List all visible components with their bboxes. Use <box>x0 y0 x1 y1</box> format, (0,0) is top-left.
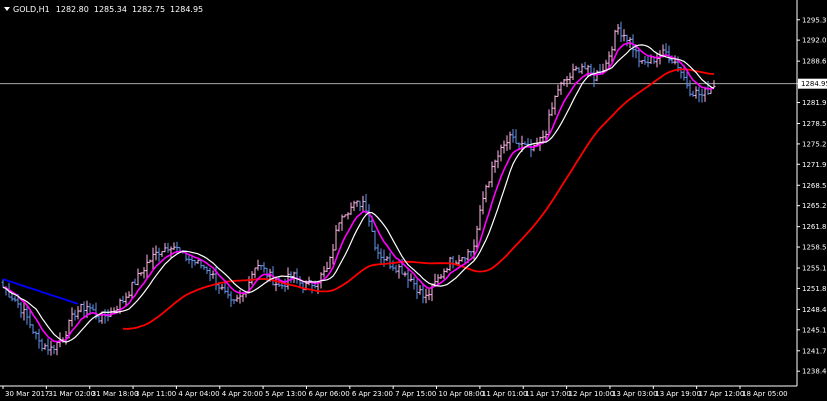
price-tick-label: 1278.50 <box>802 120 827 128</box>
time-tick-label: 4 Apr 04:00 <box>178 390 219 398</box>
time-tick-label: 3 Apr 11:00 <box>135 390 176 398</box>
time-tick-label: 6 Apr 06:00 <box>308 390 349 398</box>
price-tick-label: 1288.60 <box>802 58 827 66</box>
time-tick-label: 6 Apr 23:00 <box>352 390 393 398</box>
price-tick-label: 1255.10 <box>802 265 827 273</box>
price-tick-label: 1292.00 <box>802 37 827 45</box>
price-tick-label: 1241.70 <box>802 347 827 355</box>
price-tick-label: 1281.90 <box>802 99 827 107</box>
time-tick-label: 12 Apr 10:00 <box>569 390 615 398</box>
price-tick-label: 1265.20 <box>802 202 827 210</box>
price-chart[interactable]: 1295.30 1292.00 1288.60 1281.90 1278.50 1275.… <box>0 0 827 401</box>
price-tick-label: 1248.40 <box>802 306 827 314</box>
moving-average-blue-line <box>2 278 79 305</box>
price-tick-label: 1245.10 <box>802 326 827 334</box>
time-tick-label: 4 Apr 20:00 <box>222 390 263 398</box>
time-tick-label: 11 Apr 01:00 <box>482 390 528 398</box>
price-tick-label: 1238.40 <box>802 368 827 376</box>
time-tick-label: 13 Apr 19:00 <box>655 390 701 398</box>
time-tick-label: 31 Mar 18:00 <box>92 390 139 398</box>
moving-average-magenta-line <box>2 41 715 343</box>
time-tick-label: 17 Apr 12:00 <box>699 390 745 398</box>
chart-window[interactable]: GOLD,H1 1282.80 1285.34 1282.75 1284.95 … <box>0 0 827 401</box>
current-price-label: 1284.95 <box>801 80 827 88</box>
time-tick-label: 10 Apr 08:00 <box>439 390 485 398</box>
price-tick-label: 1271.90 <box>802 161 827 169</box>
time-tick-label: 18 Apr 05:00 <box>742 390 788 398</box>
time-tick-label: 11 Apr 17:00 <box>525 390 571 398</box>
price-tick-label: 1251.80 <box>802 285 827 293</box>
time-tick-label: 31 Mar 02:00 <box>48 390 95 398</box>
time-tick-label: 30 Mar 2017 <box>5 390 49 398</box>
price-tick-label: 1258.50 <box>802 244 827 252</box>
price-tick-label: 1295.30 <box>802 16 827 24</box>
time-tick-label: 13 Apr 03:00 <box>612 390 658 398</box>
moving-average-white-line <box>2 44 715 343</box>
price-tick-label: 1268.50 <box>802 182 827 190</box>
moving-average-red-line <box>122 68 715 330</box>
price-tick-label: 1275.20 <box>802 140 827 148</box>
price-tick-label: 1261.80 <box>802 223 827 231</box>
time-tick-label: 7 Apr 15:00 <box>395 390 436 398</box>
time-tick-label: 5 Apr 13:00 <box>265 390 306 398</box>
